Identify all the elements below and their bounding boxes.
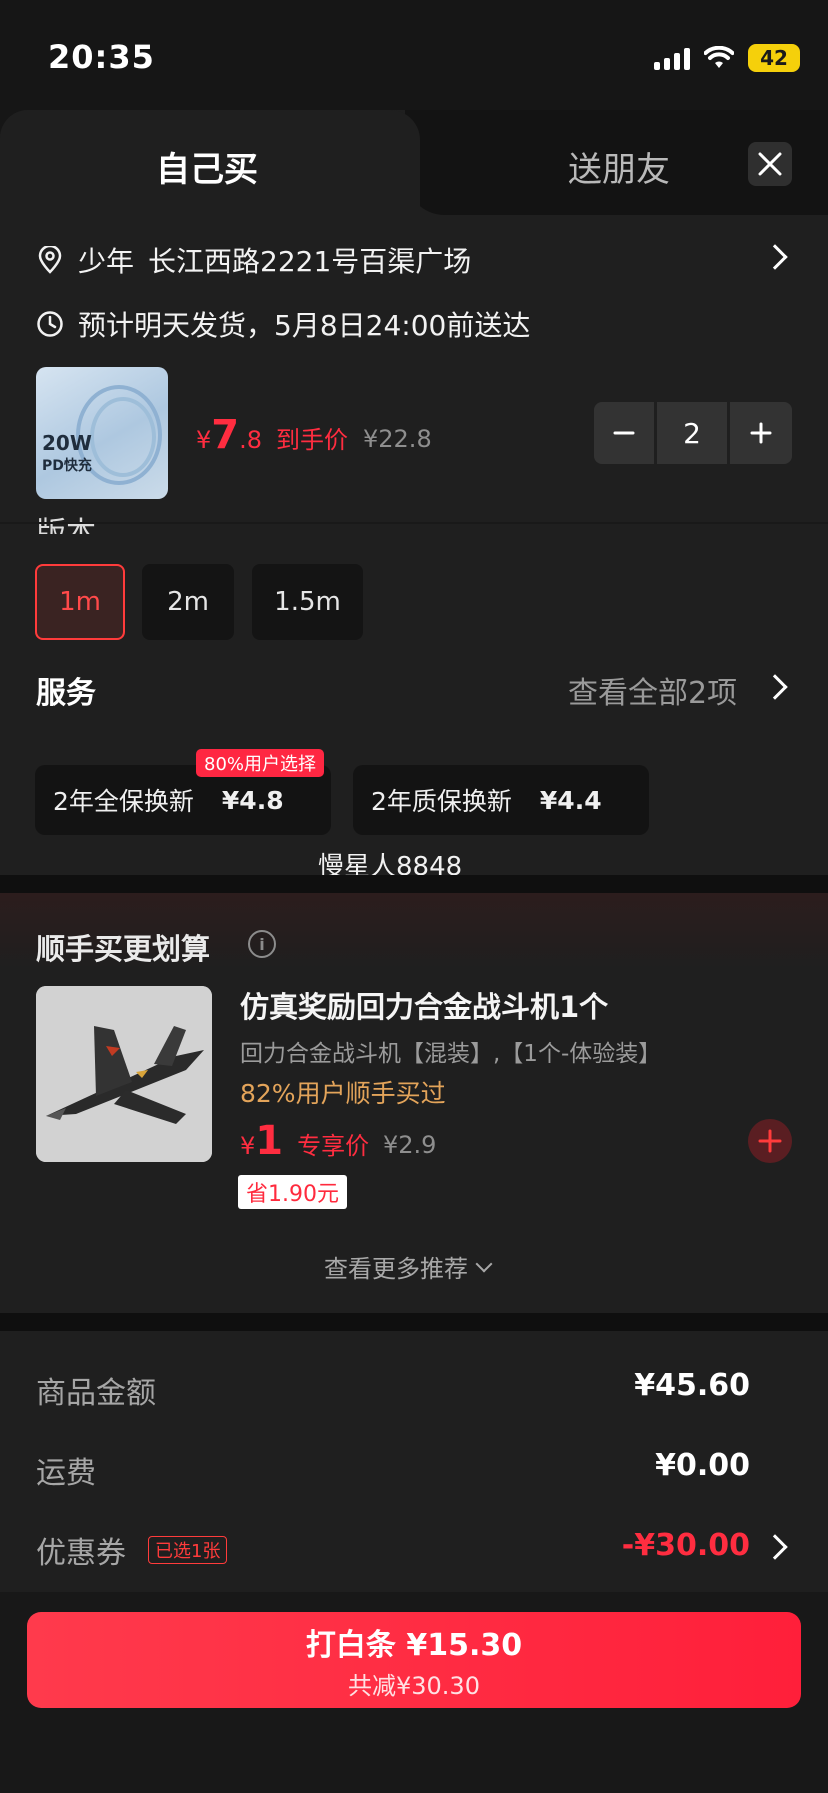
goods-amount-label: 商品金额	[36, 1376, 156, 1411]
service-price: ¥4.8	[221, 785, 284, 815]
battery-icon: 42	[748, 44, 800, 72]
jet-product-image[interactable]	[36, 986, 212, 1162]
tab-gift-friend[interactable]: 送朋友	[568, 142, 670, 191]
price-dec: .8	[239, 426, 263, 454]
section-gap	[0, 875, 828, 893]
service-view-all[interactable]: 查看全部2项	[568, 668, 737, 712]
pay-button[interactable]: 打白条 ¥15.30 共减¥30.30	[27, 1612, 801, 1708]
recommend-title: 顺手买更划算	[36, 932, 211, 966]
decrease-button[interactable]	[594, 402, 654, 464]
section-gap	[0, 1313, 828, 1331]
service-card-quality-warranty[interactable]: 2年质保换新 ¥4.4	[353, 765, 649, 835]
price-symbol: ¥	[196, 426, 212, 454]
more-recommend-label: 查看更多推荐	[324, 1255, 468, 1283]
service-name: 2年全保换新	[53, 787, 194, 816]
minus-icon	[613, 431, 635, 435]
clock-icon	[37, 311, 63, 337]
price-int: 7	[211, 412, 240, 458]
add-to-order-button[interactable]	[748, 1119, 792, 1163]
price-int: 1	[255, 1118, 284, 1164]
recommend-item-name[interactable]: 仿真奖励回力合金战斗机1个	[240, 984, 608, 1026]
divider	[0, 522, 828, 524]
spec-option-1m[interactable]: 1m	[35, 564, 125, 640]
cable-image-shape-inner	[90, 397, 156, 477]
increase-button[interactable]	[730, 402, 792, 464]
plus-icon	[758, 1129, 782, 1153]
quantity-stepper: 2	[594, 402, 792, 464]
fighter-jet-icon	[36, 986, 212, 1162]
shipping-value: ¥0.00	[655, 1448, 750, 1483]
shipping-label: 运费	[36, 1456, 96, 1491]
location-pin-icon	[38, 246, 62, 274]
pay-button-discount: 共减¥30.30	[348, 1671, 480, 1700]
recommend-popularity: 82%用户顺手买过	[240, 1079, 446, 1108]
service-badge: 80%用户选择	[196, 749, 325, 777]
quantity-value[interactable]: 2	[657, 402, 727, 464]
more-recommend-link[interactable]: 查看更多推荐	[324, 1249, 493, 1284]
coupon-badge: 已选1张	[148, 1536, 228, 1564]
pay-button-label: 打白条 ¥15.30	[305, 1627, 523, 1663]
status-time: 20:35	[48, 38, 155, 76]
close-icon	[758, 152, 782, 176]
address-name: 少年	[78, 245, 135, 278]
chevron-down-icon	[475, 1255, 493, 1272]
signal-icon	[654, 46, 690, 70]
recommend-price: ¥ 1 专享价	[240, 1118, 369, 1164]
address-row[interactable]: 少年 长江西路2221号百渠广场	[36, 240, 471, 280]
thumb-sub: PD快充	[42, 458, 92, 474]
info-icon[interactable]: i	[248, 930, 276, 958]
delivery-row: 预计明天发货，5月8日24:00前送达	[36, 304, 530, 344]
service-price: ¥4.4	[539, 785, 602, 815]
price-tag: 专享价	[297, 1132, 370, 1160]
address-detail: 长江西路2221号百渠广场	[148, 245, 472, 278]
price-tag: 到手价	[276, 426, 349, 454]
original-price: ¥22.8	[363, 425, 432, 453]
delivery-text: 预计明天发货，5月8日24:00前送达	[78, 309, 531, 342]
final-price: ¥ 7 .8 到手价	[196, 412, 348, 458]
spec-option-2m[interactable]: 2m	[142, 564, 234, 640]
wifi-icon	[704, 46, 734, 68]
recommend-original-price: ¥2.9	[383, 1131, 437, 1159]
coupon-label[interactable]: 优惠券	[36, 1528, 126, 1572]
recommend-item-sub: 回力合金战斗机【混装】,【1个-体验装】	[240, 1041, 662, 1067]
save-badge: 省1.90元	[238, 1175, 347, 1209]
thumb-badge: 20W	[42, 431, 92, 455]
status-icons: 42	[654, 44, 800, 72]
product-thumbnail[interactable]: 20W PD快充	[36, 367, 168, 499]
coupon-value[interactable]: -¥30.00	[622, 1528, 750, 1563]
service-title: 服务	[36, 676, 96, 711]
tab-buy-self[interactable]: 自己买	[156, 142, 258, 191]
plus-icon	[750, 422, 772, 444]
spec-option-1-5m[interactable]: 1.5m	[252, 564, 363, 640]
price-symbol: ¥	[240, 1132, 256, 1160]
close-button[interactable]	[748, 142, 792, 186]
service-name: 2年质保换新	[371, 787, 512, 816]
goods-amount-value: ¥45.60	[634, 1368, 750, 1403]
